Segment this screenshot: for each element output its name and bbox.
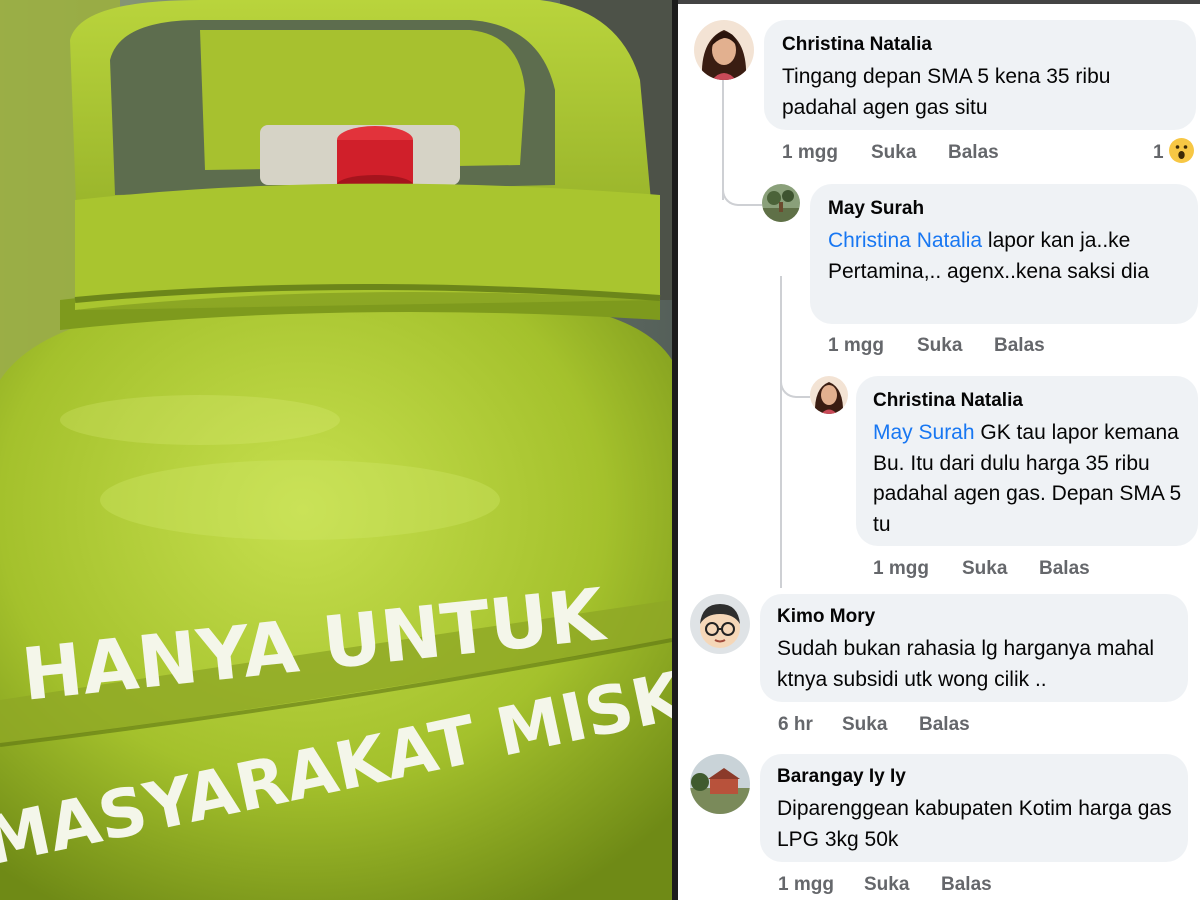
gas-cylinder-photo: HANYA UNTUK MASYARAKAT MISKIN: [0, 0, 672, 900]
avatar[interactable]: [690, 594, 750, 654]
comment-actions: 1 mgg Suka Balas: [873, 558, 1173, 582]
comment-author[interactable]: Christina Natalia: [782, 34, 932, 56]
comment-actions: 6 hr Suka Balas: [778, 714, 1078, 738]
thread-connector-nested: [780, 370, 810, 398]
avatar[interactable]: [690, 754, 750, 814]
comment-author[interactable]: May Surah: [828, 198, 924, 220]
comment-author[interactable]: Christina Natalia: [873, 390, 1023, 412]
reply-button[interactable]: Balas: [1039, 558, 1090, 580]
reply-button[interactable]: Balas: [941, 874, 992, 896]
comments-panel: Christina Natalia Tingang depan SMA 5 ke…: [678, 4, 1200, 900]
wow-reaction-icon[interactable]: [1169, 138, 1194, 163]
avatar-woman-icon: [694, 20, 754, 80]
avatar-landscape-icon: [762, 184, 800, 222]
comment-text: May Surah GK tau lapor kemana Bu. Itu da…: [873, 421, 1182, 536]
reply-button[interactable]: Balas: [994, 335, 1045, 357]
comment-actions: 1 mgg Suka Balas: [828, 335, 1128, 359]
thread-line-nested: [780, 276, 782, 588]
thread-connector: [722, 174, 762, 206]
comment-time[interactable]: 1 mgg: [828, 335, 884, 357]
avatar-building-photo-icon: [690, 754, 750, 814]
comment-text: Christina Natalia lapor kan ja..ke Perta…: [828, 229, 1150, 283]
comment-author[interactable]: Barangay Iy Iy: [777, 766, 906, 788]
like-button[interactable]: Suka: [962, 558, 1007, 580]
comment-actions: 1 mgg Suka Balas: [782, 142, 1082, 166]
comment-time[interactable]: 6 hr: [778, 714, 813, 736]
comment-time[interactable]: 1 mgg: [778, 874, 834, 896]
avatar-woman-icon: [810, 376, 848, 414]
comment-bubble: Christina Natalia Tingang depan SMA 5 ke…: [764, 20, 1196, 130]
reply-button[interactable]: Balas: [919, 714, 970, 736]
comment-text: Diparenggean kabupaten Kotim harga gas L…: [777, 797, 1172, 851]
mention-link[interactable]: May Surah: [873, 421, 975, 444]
avatar[interactable]: [694, 20, 754, 80]
comment-time[interactable]: 1 mgg: [782, 142, 838, 164]
comment-bubble: Kimo Mory Sudah bukan rahasia lg hargany…: [760, 594, 1188, 702]
like-button[interactable]: Suka: [864, 874, 909, 896]
avatar-cartoon-face-icon: [690, 594, 750, 654]
comment-text: Tingang depan SMA 5 kena 35 ribu padahal…: [782, 65, 1111, 119]
reply-button[interactable]: Balas: [948, 142, 999, 164]
gas-cylinder-illustration: HANYA UNTUK MASYARAKAT MISKIN: [0, 0, 672, 900]
avatar[interactable]: [762, 184, 800, 222]
reaction-count[interactable]: 1: [1153, 142, 1164, 164]
like-button[interactable]: Suka: [871, 142, 916, 164]
like-button[interactable]: Suka: [917, 335, 962, 357]
avatar[interactable]: [810, 376, 848, 414]
comment-author[interactable]: Kimo Mory: [777, 606, 875, 628]
comment-bubble: Christina Natalia May Surah GK tau lapor…: [856, 376, 1198, 546]
comment-bubble: May Surah Christina Natalia lapor kan ja…: [810, 184, 1198, 324]
comment-actions: 1 mgg Suka Balas: [778, 874, 1078, 898]
comment-bubble: Barangay Iy Iy Diparenggean kabupaten Ko…: [760, 754, 1188, 862]
mention-link[interactable]: Christina Natalia: [828, 229, 982, 252]
comment-text: Sudah bukan rahasia lg harganya mahal kt…: [777, 637, 1155, 691]
like-button[interactable]: Suka: [842, 714, 887, 736]
comment-time[interactable]: 1 mgg: [873, 558, 929, 580]
